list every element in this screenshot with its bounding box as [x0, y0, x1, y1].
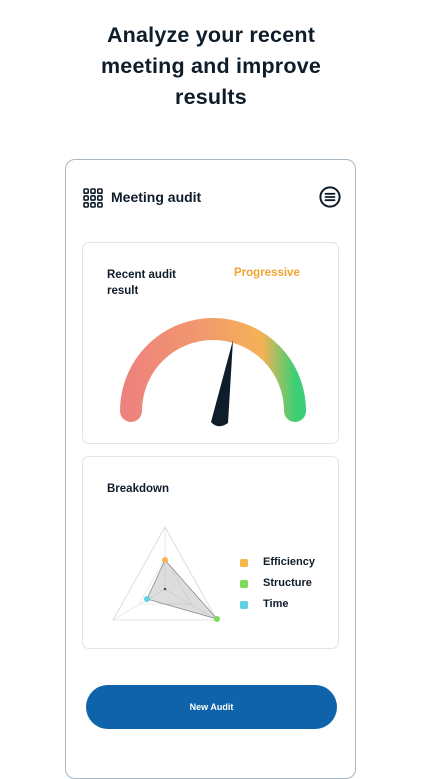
radar-point-efficiency	[162, 557, 168, 563]
legend-item-structure: Structure	[240, 576, 336, 597]
gauge-needle	[211, 340, 233, 427]
audit-status-text: Progressive	[234, 267, 300, 279]
audit-result-label: Recent audit result	[107, 269, 177, 297]
legend-item-time: Time	[240, 597, 336, 618]
radar-point-structure	[214, 616, 220, 622]
legend-swatch-time	[240, 601, 248, 609]
gauge-arc	[120, 318, 306, 422]
breakdown-card: Breakdown Efficiency Structure Time	[82, 456, 339, 649]
app-title: Meeting audit	[111, 189, 202, 205]
breakdown-label: Breakdown	[107, 483, 169, 495]
legend-swatch-efficiency	[240, 559, 248, 567]
legend-label-time: Time	[263, 598, 289, 610]
audit-result-card: Recent audit result Progressive	[82, 242, 339, 444]
page-headline: Analyze your recent meeting and improve …	[0, 20, 422, 113]
headline-line-1: Analyze your recent	[106, 23, 316, 47]
legend-label-structure: Structure	[263, 577, 312, 589]
radar-data-area	[146, 559, 219, 620]
breakdown-radar-chart	[112, 526, 220, 622]
phone-frame: Meeting audit Recent audit result Progre…	[65, 159, 356, 779]
breakdown-legend: Efficiency Structure Time	[240, 555, 336, 618]
app-header: Meeting audit	[83, 186, 341, 210]
legend-label-efficiency: Efficiency	[263, 556, 315, 568]
headline-line-3: results	[175, 85, 247, 109]
menu-icon[interactable]	[319, 186, 341, 208]
legend-item-efficiency: Efficiency	[240, 555, 336, 576]
grid-icon[interactable]	[83, 188, 103, 208]
audit-gauge	[120, 318, 306, 427]
legend-swatch-structure	[240, 580, 248, 588]
new-audit-button[interactable]: New Audit	[86, 685, 337, 729]
headline-line-2: meeting and improve	[100, 54, 322, 78]
radar-point-time	[144, 596, 150, 602]
